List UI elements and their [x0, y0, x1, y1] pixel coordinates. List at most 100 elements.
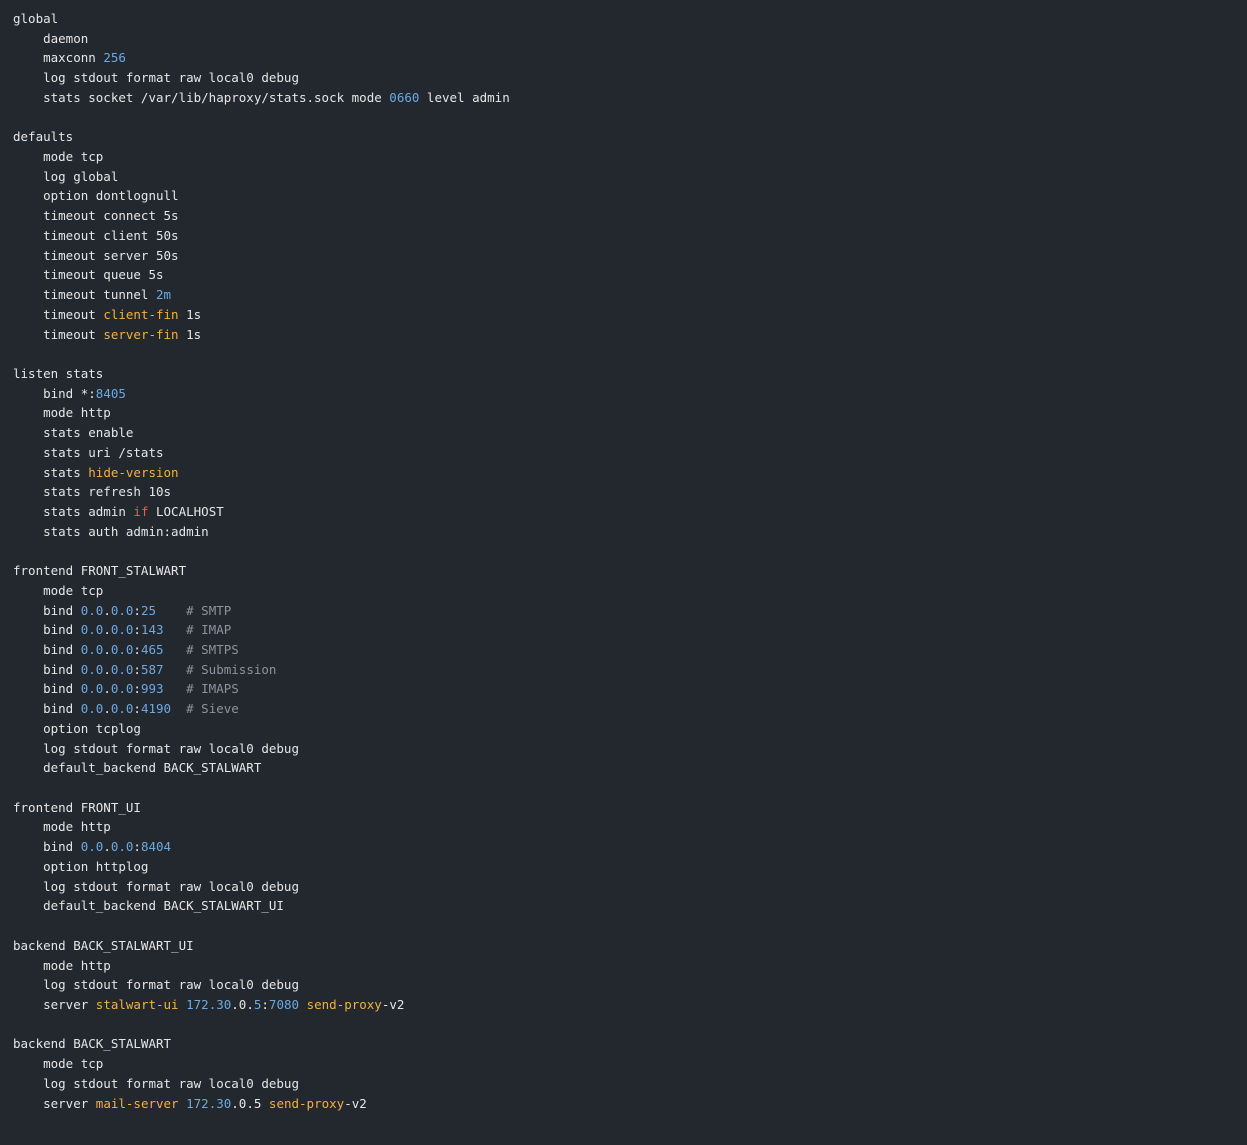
code-token-plain: :	[133, 661, 141, 677]
code-token-plain: .	[103, 661, 111, 677]
code-token-kw: send-proxy	[268, 1095, 345, 1111]
code-token-kw: stalwart-ui	[95, 996, 179, 1012]
code-token-num: 0.0	[80, 681, 104, 697]
code-token-plain: .	[103, 681, 111, 697]
code-token-plain: listen stats	[13, 365, 104, 381]
code-token-plain: default_backend BACK_STALWART	[13, 760, 262, 776]
code-token-num: 172.30	[186, 1095, 232, 1111]
code-token-plain: timeout	[13, 306, 104, 322]
code-token-kw: send-proxy	[306, 996, 382, 1012]
code-token-plain: bind *:	[13, 385, 96, 401]
code-token-num: 143	[140, 622, 164, 638]
code-line: log stdout format raw local0 debug	[13, 739, 1247, 759]
code-token-plain: defaults	[13, 129, 74, 145]
code-token-num: 8405	[95, 385, 126, 401]
code-token-plain: :	[133, 642, 141, 657]
code-token-kw: client-fin	[103, 306, 179, 322]
code-token-plain: frontend FRONT_UI	[13, 799, 141, 815]
code-line: mode http	[13, 403, 1247, 423]
code-token-num: 0.0	[110, 642, 134, 657]
code-token-comment: # SMTP	[186, 602, 232, 618]
code-token-num: 25	[140, 602, 157, 618]
code-token-plain: stats refresh 10s	[13, 484, 172, 500]
code-token-plain: :	[133, 701, 141, 717]
code-token-num: 2m	[156, 287, 172, 303]
code-token-num: 0.0	[110, 661, 134, 677]
code-line: mode http	[13, 956, 1247, 976]
code-token-comment: # IMAP	[186, 622, 232, 638]
code-line: bind 0.0.0.0:4190 # Sieve	[13, 699, 1247, 719]
code-lines: global daemon maxconn 256 log stdout for…	[13, 9, 1247, 1113]
code-line: bind 0.0.0.0:25 # SMTP	[13, 601, 1247, 621]
code-line: mode tcp	[13, 147, 1247, 167]
code-token-cond: if	[133, 503, 149, 519]
code-token-comment: # IMAPS	[186, 681, 239, 697]
code-token-num: 0.0	[110, 681, 134, 697]
code-token-plain: default_backend BACK_STALWART_UI	[13, 898, 284, 914]
code-token-plain: 1s	[178, 326, 202, 342]
code-token-plain: timeout tunnel	[13, 287, 156, 303]
code-line: bind *:8405	[13, 384, 1247, 404]
code-line: bind 0.0.0.0:143 # IMAP	[13, 620, 1247, 640]
code-line: backend BACK_STALWART_UI	[13, 936, 1247, 956]
code-line: frontend FRONT_STALWART	[13, 561, 1247, 581]
code-line: timeout server 50s	[13, 246, 1247, 266]
code-token-plain: 1s	[178, 306, 202, 322]
code-token-plain: .	[103, 701, 111, 717]
code-token-plain: .	[103, 642, 111, 657]
code-line: mode tcp	[13, 581, 1247, 601]
code-token-num: 0.0	[80, 642, 104, 657]
code-token-plain: mode http	[13, 405, 111, 421]
code-token-plain: timeout client 50s	[13, 227, 179, 243]
code-token-plain: stats	[13, 464, 89, 480]
code-token-plain: bind	[13, 681, 81, 697]
code-line: timeout client-fin 1s	[13, 305, 1247, 325]
code-token-plain: :	[261, 996, 269, 1012]
code-token-plain: -v2	[381, 996, 405, 1012]
code-token-plain: mode tcp	[13, 1056, 104, 1072]
code-token-num: 4190	[140, 701, 172, 717]
code-token-num: 0.0	[80, 602, 104, 618]
code-line: bind 0.0.0.0:587 # Submission	[13, 660, 1247, 680]
code-token-plain: backend BACK_STALWART	[13, 1036, 172, 1052]
code-token-plain: log stdout format raw local0 debug	[13, 977, 299, 993]
code-token-plain: .0.	[231, 996, 254, 1012]
code-token-plain: :	[133, 602, 141, 618]
code-block: global daemon maxconn 256 log stdout for…	[0, 0, 1247, 1145]
code-token-plain: bind	[13, 701, 81, 717]
code-line: default_backend BACK_STALWART	[13, 758, 1247, 778]
code-line: frontend FRONT_UI	[13, 798, 1247, 818]
code-line: listen stats	[13, 364, 1247, 384]
code-line: stats refresh 10s	[13, 482, 1247, 502]
code-token-comment: # SMTPS	[186, 642, 239, 657]
code-token-kw: server-fin	[103, 326, 179, 342]
code-token-plain: stats uri /stats	[13, 444, 164, 460]
code-token-num: 0.0	[110, 701, 134, 717]
code-token-plain: timeout	[13, 326, 104, 342]
code-line: bind 0.0.0.0:8404	[13, 837, 1247, 857]
code-line: stats admin if LOCALHOST	[13, 502, 1247, 522]
code-line: log global	[13, 167, 1247, 187]
code-token-plain: mode tcp	[13, 149, 104, 165]
code-token-plain: daemon	[13, 30, 89, 46]
code-token-num: 587	[140, 661, 164, 677]
code-line: stats enable	[13, 423, 1247, 443]
code-line: server mail-server 172.30.0.5 send-proxy…	[13, 1094, 1247, 1114]
code-token-plain: timeout queue 5s	[13, 267, 164, 283]
code-token-num: 0.0	[110, 622, 134, 638]
code-line: stats socket /var/lib/haproxy/stats.sock…	[13, 88, 1247, 108]
code-token-plain: .	[103, 622, 111, 638]
code-token-plain: backend BACK_STALWART_UI	[13, 937, 194, 953]
